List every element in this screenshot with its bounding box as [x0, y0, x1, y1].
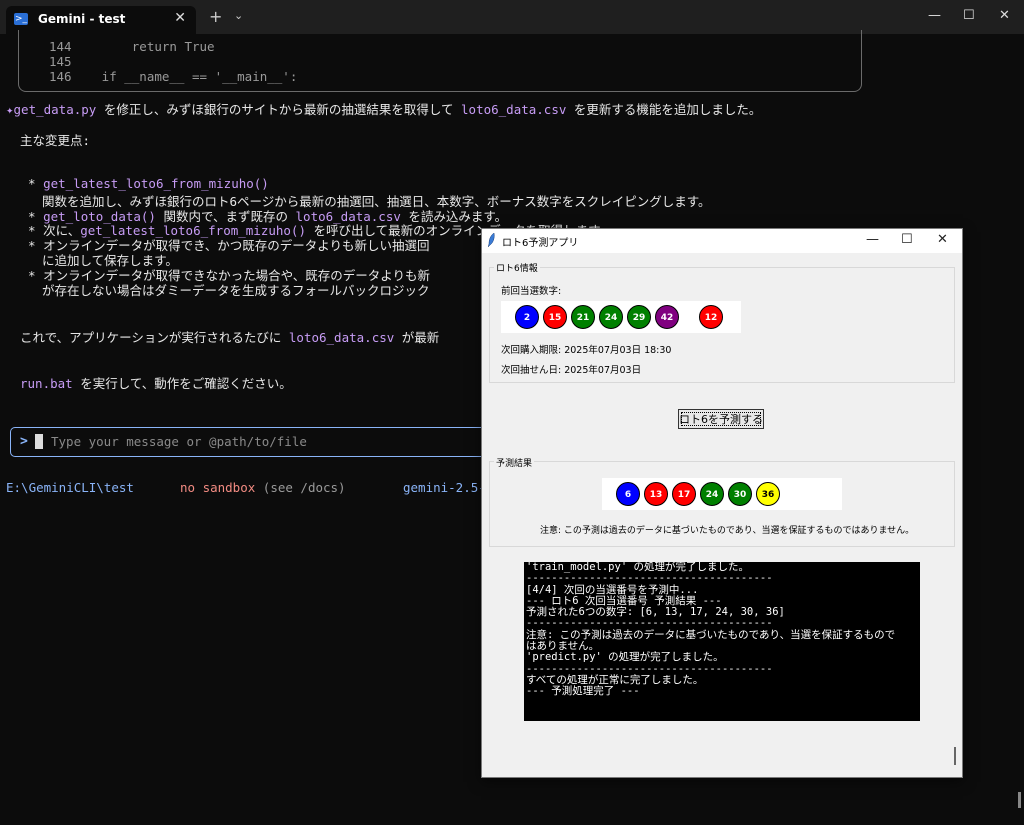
predicted-number-ball: 36	[756, 482, 780, 506]
last-number-ball: 2	[515, 305, 539, 329]
console-line: --- 予測処理完了 ---	[526, 685, 640, 698]
conclusion-line: これで、アプリケーションが実行されるたびに loto6_data.csv が最新	[20, 330, 440, 345]
app-close-button[interactable]: ✕	[937, 232, 948, 247]
status-model: gemini-2.5-	[403, 480, 486, 495]
app-titlebar: ロト6予測アプリ — ☐ ✕	[482, 229, 962, 253]
disclaimer-text: 注意: この予測は過去のデータに基づいたものであり、当選を保証するものではありま…	[540, 526, 915, 536]
predicted-number-ball: 13	[644, 482, 668, 506]
console-line: ---------------------------------------	[526, 572, 773, 585]
bonus-number-ball: 12	[699, 305, 723, 329]
input-placeholder: Type your message or @path/to/file	[51, 434, 307, 449]
last-number-ball: 21	[571, 305, 595, 329]
code-snippet-box: 144 return True 145 146 if __name__ == '…	[18, 30, 862, 92]
result-group-label: 予測結果	[494, 456, 535, 469]
predicted-number-ball: 17	[672, 482, 696, 506]
loto6-app-window: ロト6予測アプリ — ☐ ✕ ロト6情報 前回当選数字: 2 15 21 24 …	[481, 228, 963, 778]
status-sandbox: no sandbox (see /docs)	[180, 480, 346, 495]
app-minimize-button[interactable]: —	[866, 232, 879, 247]
gemini-star-icon: ✦	[6, 102, 14, 117]
status-path: E:\GeminiCLI\test	[6, 480, 134, 495]
tab-title: Gemini - test	[38, 12, 126, 26]
terminal-scrollbar[interactable]	[1018, 792, 1021, 808]
window-maximize-button[interactable]: ☐	[963, 8, 975, 23]
last-number-ball: 24	[599, 305, 623, 329]
predicted-numbers-panel: 6 13 17 24 30 36	[602, 478, 842, 510]
run-instruction: run.bat を実行して、動作をご確認ください。	[20, 376, 292, 391]
predict-button[interactable]: ロト6を予測する	[678, 409, 764, 429]
tab-dropdown-icon[interactable]: ⌄	[234, 9, 243, 22]
app-scrollbar[interactable]	[954, 747, 956, 765]
predicted-number-ball: 30	[728, 482, 752, 506]
input-prompt: >	[20, 434, 28, 449]
predicted-number-ball: 24	[700, 482, 724, 506]
tab-close-icon[interactable]: ✕	[174, 10, 186, 26]
last-numbers-panel: 2 15 21 24 29 42 12	[501, 301, 741, 333]
output-console[interactable]: 'train_model.py' の処理が完了しました。 -----------…	[524, 562, 920, 721]
code-line-144: 144 return True	[49, 39, 215, 54]
console-line: 'predict.py' の処理が完了しました。	[526, 651, 724, 664]
text-cursor	[35, 434, 43, 449]
bullet-1: * get_latest_loto6_from_mizuho()	[28, 176, 269, 191]
last-number-ball: 29	[627, 305, 651, 329]
draw-date: 次回抽せん日: 2025年07月03日	[501, 365, 642, 376]
last-number-ball: 15	[543, 305, 567, 329]
code-line-146: 146 if __name__ == '__main__':	[49, 69, 298, 84]
code-line-145: 145	[49, 54, 72, 69]
window-minimize-button[interactable]: —	[928, 8, 941, 23]
bullet-5-cont: が存在しない場合はダミーデータを生成するフォールバックロジック	[42, 283, 430, 298]
predicted-number-ball: 6	[616, 482, 640, 506]
summary-line: ✦get_data.py を修正し、みずほ銀行のサイトから最新の抽選結果を取得し…	[6, 102, 762, 117]
app-maximize-button[interactable]: ☐	[901, 232, 913, 247]
info-group-label: ロト6情報	[494, 261, 540, 274]
powershell-icon: >_	[14, 13, 28, 25]
changes-heading: 主な変更点:	[20, 133, 91, 148]
message-input[interactable]: > Type your message or @path/to/file	[10, 427, 491, 457]
terminal-titlebar: >_ Gemini - test ✕ + ⌄ — ☐ ✕	[0, 0, 1024, 34]
new-tab-button[interactable]: +	[209, 7, 222, 26]
last-numbers-label: 前回当選数字:	[501, 286, 562, 297]
last-number-ball: 42	[655, 305, 679, 329]
app-title: ロト6予測アプリ	[502, 238, 579, 249]
purchase-deadline: 次回購入期限: 2025年07月03日 18:30	[501, 345, 672, 356]
window-close-button[interactable]: ✕	[999, 8, 1010, 23]
feather-icon	[488, 233, 495, 247]
